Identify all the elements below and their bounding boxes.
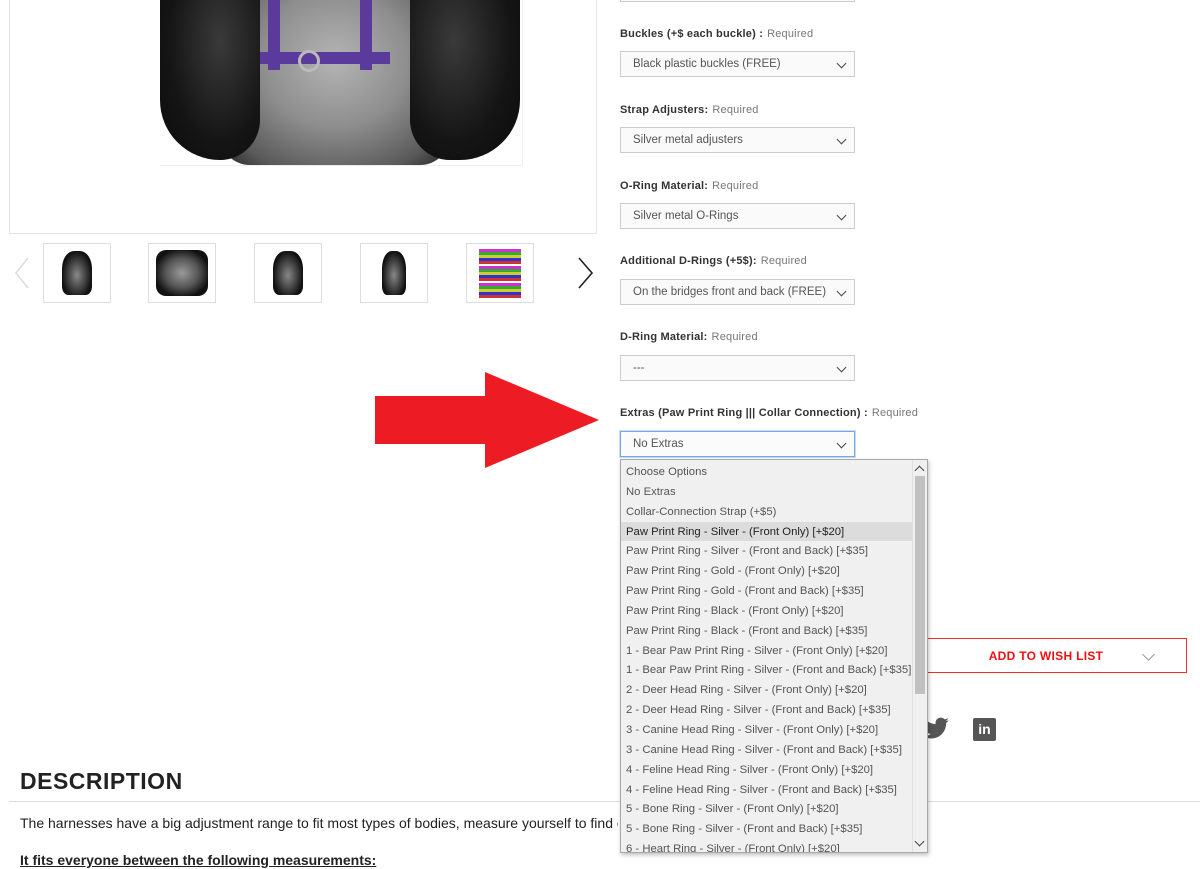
additional-d-rings-select[interactable]: On the bridges front and back (FREE) xyxy=(620,279,855,305)
option-label-additional-d-rings: Additional D-Rings (+5$): Required xyxy=(620,255,807,267)
dropdown-option[interactable]: 2 - Deer Head Ring - Silver - (Front and… xyxy=(621,700,913,720)
option-label-extras: Extras (Paw Print Ring ||| Collar Connec… xyxy=(620,407,919,419)
dropdown-option[interactable]: Paw Print Ring - Silver - (Front and Bac… xyxy=(621,541,913,561)
product-main-image[interactable] xyxy=(9,0,597,234)
carousel-prev-icon[interactable] xyxy=(12,255,32,291)
option-label-o-ring-material: O-Ring Material: Required xyxy=(620,180,759,192)
chevron-down-icon xyxy=(1142,648,1155,661)
chevron-down-icon xyxy=(836,362,847,373)
dropdown-option[interactable]: 4 - Feline Head Ring - Silver - (Front O… xyxy=(621,760,913,780)
red-arrow-icon xyxy=(375,372,599,468)
scroll-down-icon[interactable] xyxy=(914,836,925,847)
chevron-down-icon xyxy=(836,438,847,449)
dropdown-option[interactable]: Choose Options xyxy=(621,462,913,482)
o-ring-material-select[interactable]: Silver metal O-Rings xyxy=(620,203,855,229)
chevron-down-icon xyxy=(836,286,847,297)
thumbnail-2[interactable] xyxy=(148,243,216,303)
scroll-up-icon[interactable] xyxy=(914,465,925,476)
dropdown-option[interactable]: No Extras xyxy=(621,482,913,502)
dropdown-option[interactable]: Paw Print Ring - Black - (Front and Back… xyxy=(621,621,913,641)
dropdown-option[interactable]: 5 - Bone Ring - Silver - (Front Only) [+… xyxy=(621,799,913,819)
description-subheading: It fits everyone between the following m… xyxy=(20,852,377,868)
linkedin-icon[interactable]: in xyxy=(973,718,996,741)
dropdown-option[interactable]: 1 - Bear Paw Print Ring - Silver - (Fron… xyxy=(621,641,913,661)
chevron-down-icon xyxy=(836,134,847,145)
dropdown-option[interactable]: 3 - Canine Head Ring - Silver - (Front a… xyxy=(621,740,913,760)
extras-select[interactable]: No Extras xyxy=(620,431,855,457)
dropdown-option[interactable]: 2 - Deer Head Ring - Silver - (Front Onl… xyxy=(621,680,913,700)
carousel-next-icon[interactable] xyxy=(574,255,596,291)
buckles-select[interactable]: Black plastic buckles (FREE) xyxy=(620,51,855,77)
description-title: DESCRIPTION xyxy=(20,768,183,794)
dropdown-scrollbar[interactable] xyxy=(912,460,927,852)
thumbnail-1[interactable] xyxy=(43,243,111,303)
dropdown-option[interactable]: 5 - Bone Ring - Silver - (Front and Back… xyxy=(621,819,913,839)
dropdown-option[interactable]: Paw Print Ring - Gold - (Front Only) [+$… xyxy=(621,561,913,581)
strap-adjusters-select[interactable]: Silver metal adjusters xyxy=(620,127,855,153)
chevron-down-icon xyxy=(836,58,847,69)
dropdown-option[interactable]: Paw Print Ring - Silver - (Front Only) [… xyxy=(621,521,913,542)
dropdown-option[interactable]: 6 - Heart Ring - Silver - (Front Only) [… xyxy=(621,839,913,852)
add-to-wish-list-button[interactable]: ADD TO WISH LIST xyxy=(925,638,1187,673)
option-label-buckles: Buckles (+$ each buckle) : Required xyxy=(620,28,814,40)
dropdown-option[interactable]: 1 - Bear Paw Print Ring - Silver - (Fron… xyxy=(621,660,913,680)
fursuit-harness-photo xyxy=(160,0,523,166)
thumbnail-4[interactable] xyxy=(360,243,428,303)
dropdown-option[interactable]: Paw Print Ring - Black - (Front Only) [+… xyxy=(621,601,913,621)
thumbnail-5[interactable] xyxy=(466,243,534,303)
extras-dropdown-list[interactable]: Choose Options No Extras Collar-Connection… xyxy=(620,459,928,853)
chevron-down-icon xyxy=(836,210,847,221)
dropdown-option[interactable]: 4 - Feline Head Ring - Silver - (Front a… xyxy=(621,780,913,800)
previous-option-select[interactable] xyxy=(620,0,855,2)
thumbnail-3[interactable] xyxy=(254,243,322,303)
dropdown-option[interactable]: 3 - Canine Head Ring - Silver - (Front O… xyxy=(621,720,913,740)
dropdown-option[interactable]: Paw Print Ring - Gold - (Front and Back)… xyxy=(621,581,913,601)
scrollbar-thumb[interactable] xyxy=(915,476,925,694)
option-label-strap-adjusters: Strap Adjusters: Required xyxy=(620,104,759,116)
divider xyxy=(9,801,1200,802)
dropdown-option[interactable]: Collar-Connection Strap (+$5) xyxy=(621,502,913,522)
description-text: The harnesses have a big adjustment rang… xyxy=(20,815,618,831)
d-ring-material-select[interactable]: --- xyxy=(620,355,855,381)
option-label-d-ring-material: D-Ring Material: Required xyxy=(620,331,758,343)
